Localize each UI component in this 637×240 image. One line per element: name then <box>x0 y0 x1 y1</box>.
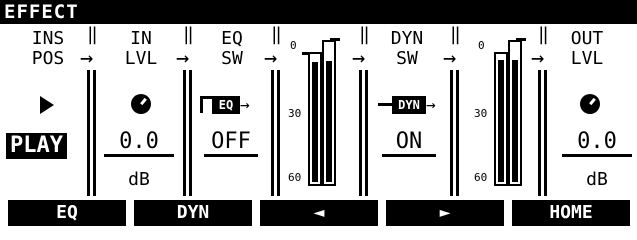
divider <box>450 70 453 196</box>
in-lvl-label-2: LVL <box>124 48 158 69</box>
out-lvl-label-1: OUT <box>570 28 604 49</box>
level-meter-right <box>508 40 522 186</box>
meter-scale-mid: 30 <box>474 107 488 120</box>
level-meter-left <box>494 52 508 186</box>
softkey-home[interactable]: HOME <box>512 200 630 226</box>
knob-icon <box>131 94 151 114</box>
softkey-left[interactable]: ◄ <box>260 200 378 226</box>
out-lvl-unit: dB <box>586 169 608 190</box>
signal-flow-marker: ‖ <box>359 24 370 45</box>
arrow-right-icon: → <box>240 95 250 114</box>
play-icon <box>40 96 54 114</box>
divider <box>359 70 362 196</box>
arrow-right-icon: → <box>80 46 94 71</box>
signal-flow-marker: ‖ <box>450 24 461 45</box>
dyn-sw-value[interactable]: ON <box>382 130 436 157</box>
signal-path-line <box>378 103 392 106</box>
ins-pos-label-1: INS <box>31 28 65 49</box>
peak-hold-marker <box>330 38 340 41</box>
arrow-right-icon: → <box>531 46 545 71</box>
out-lvl-label-2: LVL <box>570 48 604 69</box>
in-lvl-label-1: IN <box>130 28 152 49</box>
divider <box>456 70 459 196</box>
level-meter-left <box>308 52 322 186</box>
arrow-right-icon: → <box>176 46 190 71</box>
in-lvl-unit: dB <box>128 169 150 190</box>
title-bar: EFFECT <box>0 0 637 24</box>
arrow-right-icon: → <box>264 46 278 71</box>
signal-flow-marker: ‖ <box>183 24 194 45</box>
peak-hold-marker <box>516 38 526 41</box>
divider <box>544 70 547 196</box>
meter-scale-top: 0 <box>290 39 297 52</box>
level-meter-right <box>322 40 336 186</box>
screen-title: EFFECT <box>4 1 79 23</box>
eq-sw-label-1: EQ <box>221 28 243 49</box>
softkey-right[interactable]: ► <box>386 200 504 226</box>
divider <box>538 70 541 196</box>
arrow-right-icon: → <box>443 46 457 71</box>
meter-scale-top: 0 <box>478 39 485 52</box>
soft-key-bar: EQ DYN ◄ ► HOME <box>0 200 637 226</box>
dyn-sw-label-2: SW <box>396 48 418 69</box>
divider <box>365 70 368 196</box>
signal-flow-marker: ‖ <box>538 24 549 45</box>
signal-flow-marker: ‖ <box>87 24 98 45</box>
eq-sw-label-2: SW <box>221 48 243 69</box>
meter-scale-bottom: 60 <box>288 171 302 184</box>
arrow-right-icon: → <box>426 95 436 114</box>
divider <box>189 70 192 196</box>
meter-scale-bottom: 60 <box>474 171 488 184</box>
in-lvl-value[interactable]: 0.0 <box>104 130 174 157</box>
ins-pos-label-2: POS <box>31 48 65 69</box>
softkey-eq[interactable]: EQ <box>8 200 126 226</box>
divider <box>271 70 274 196</box>
peak-hold-marker <box>302 52 308 55</box>
divider <box>183 70 186 196</box>
out-lvl-value[interactable]: 0.0 <box>562 130 632 157</box>
arrow-right-icon: → <box>352 46 366 71</box>
knob-icon <box>580 94 600 114</box>
ins-pos-value[interactable]: PLAY <box>6 133 67 159</box>
meter-scale-mid: 30 <box>288 107 302 120</box>
dyn-sw-label-1: DYN <box>390 28 424 49</box>
divider <box>277 70 280 196</box>
eq-sw-value[interactable]: OFF <box>204 130 258 157</box>
divider <box>87 70 90 196</box>
signal-flow-marker: ‖ <box>271 24 282 45</box>
dyn-block-icon: DYN <box>392 96 426 114</box>
softkey-dyn[interactable]: DYN <box>134 200 252 226</box>
eq-block-icon: EQ <box>212 96 240 114</box>
divider <box>93 70 96 196</box>
